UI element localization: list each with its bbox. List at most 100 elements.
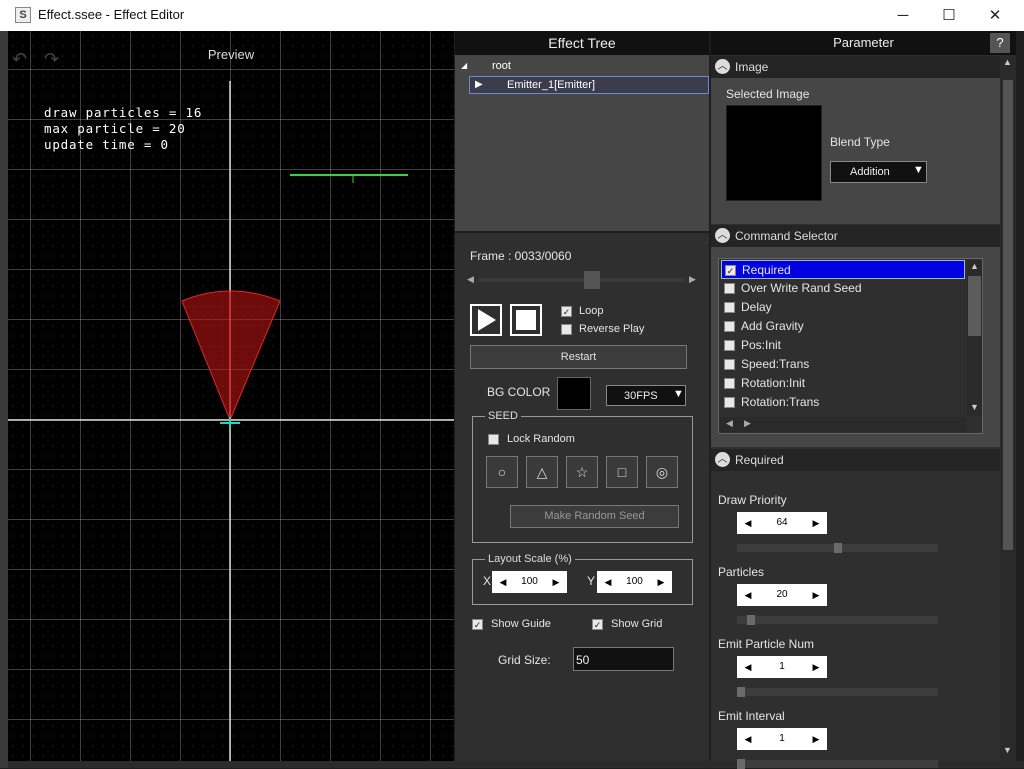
dropdown-arrow-icon: ▼: [913, 164, 924, 176]
blend-type-select[interactable]: Addition ▼: [830, 161, 927, 183]
seed-triangle-button[interactable]: △: [526, 456, 558, 488]
increment-icon[interactable]: ▶: [809, 584, 823, 606]
command-item[interactable]: Rotation:Init: [721, 374, 965, 393]
tree-emitter-row[interactable]: ▶ Emitter_1[Emitter]: [469, 76, 709, 94]
decrement-icon[interactable]: ◀: [601, 571, 615, 593]
command-section-header[interactable]: ︿ Command Selector: [711, 225, 1000, 247]
bg-color-swatch[interactable]: [557, 377, 591, 410]
stop-button[interactable]: [510, 304, 542, 336]
frame-next-icon[interactable]: ▶: [689, 274, 696, 285]
tree-root[interactable]: root: [492, 60, 511, 72]
minimize-button[interactable]: ─: [880, 0, 926, 31]
command-item[interactable]: Add Gravity: [721, 317, 965, 336]
collapse-icon[interactable]: ︿: [715, 452, 730, 467]
increment-icon[interactable]: ▶: [549, 571, 563, 593]
loop-checkbox[interactable]: ✓: [561, 306, 572, 317]
param-field-stepper[interactable]: ◀ 1 ▶: [737, 728, 827, 750]
param-field-slider[interactable]: [737, 615, 938, 625]
expand-icon[interactable]: ▶: [475, 79, 483, 90]
command-checkbox[interactable]: [724, 359, 735, 370]
command-checkbox[interactable]: [724, 378, 735, 389]
stop-icon: [516, 310, 536, 330]
command-label: Rotation:Init: [741, 376, 806, 390]
command-item[interactable]: ✓ Required: [721, 260, 965, 279]
slider-thumb[interactable]: [833, 543, 842, 553]
command-item[interactable]: Delay: [721, 298, 965, 317]
command-list-scrollbar[interactable]: ▲ ▼: [967, 260, 982, 416]
param-field-slider[interactable]: [737, 543, 938, 553]
decrement-icon[interactable]: ◀: [741, 584, 755, 606]
command-label: Required: [742, 263, 791, 277]
scroll-right-icon[interactable]: ▶: [744, 418, 751, 429]
reverse-checkbox[interactable]: [561, 324, 572, 335]
increment-icon[interactable]: ▶: [809, 656, 823, 678]
scroll-up-icon[interactable]: ▲: [1003, 57, 1012, 67]
command-list[interactable]: ✓ Required Over Write Rand Seed Delay Add Gr…: [718, 258, 983, 434]
param-field-slider[interactable]: [737, 759, 938, 769]
fps-select[interactable]: 30FPS ▼: [606, 385, 686, 406]
command-item[interactable]: Rotation:Trans: [721, 393, 965, 412]
command-item[interactable]: Pos:Init: [721, 336, 965, 355]
close-button[interactable]: ✕: [972, 0, 1018, 31]
param-field-stepper[interactable]: ◀ 1 ▶: [737, 656, 827, 678]
param-field-label: Emit Interval: [718, 709, 785, 723]
seed-double-circle-button[interactable]: ◎: [646, 456, 678, 488]
seed-star-button[interactable]: ☆: [566, 456, 598, 488]
collapse-root-icon[interactable]: ◢: [461, 61, 467, 70]
scroll-up-icon[interactable]: ▲: [970, 261, 979, 271]
selected-image-thumbnail[interactable]: [726, 105, 822, 201]
command-checkbox[interactable]: [724, 283, 735, 294]
command-item[interactable]: Speed:Trans: [721, 355, 965, 374]
required-section-header[interactable]: ︿ Required: [711, 449, 1000, 471]
scroll-left-icon[interactable]: ◀: [726, 418, 733, 429]
decrement-icon[interactable]: ◀: [496, 571, 510, 593]
emitter-label: Emitter_1[Emitter]: [507, 79, 596, 91]
grid-size-input[interactable]: 50: [573, 647, 674, 671]
collapse-icon[interactable]: ︿: [715, 59, 730, 74]
decrement-icon[interactable]: ◀: [741, 512, 755, 534]
preview-panel[interactable]: ↶ ↷ Preview draw particles = 16 max parti…: [8, 31, 454, 761]
decrement-icon[interactable]: ◀: [741, 656, 755, 678]
help-button[interactable]: ?: [990, 33, 1010, 53]
scroll-down-icon[interactable]: ▼: [970, 402, 979, 412]
maximize-button[interactable]: ☐: [926, 0, 972, 31]
scrollbar-thumb[interactable]: [968, 276, 981, 336]
collapse-icon[interactable]: ︿: [715, 228, 730, 243]
seed-circle-button[interactable]: ○: [486, 456, 518, 488]
command-checkbox[interactable]: [724, 397, 735, 408]
image-section-title: Image: [735, 60, 769, 74]
command-item[interactable]: Over Write Rand Seed: [721, 279, 965, 298]
seed-square-button[interactable]: □: [606, 456, 638, 488]
command-checkbox[interactable]: [724, 321, 735, 332]
frame-slider[interactable]: [479, 271, 685, 289]
command-checkbox[interactable]: [724, 302, 735, 313]
command-list-hscrollbar[interactable]: ◀ ▶: [720, 417, 966, 432]
y-scale-stepper[interactable]: ◀ 100 ▶: [597, 571, 672, 593]
frame-slider-thumb[interactable]: [584, 271, 601, 289]
param-field-slider[interactable]: [737, 687, 938, 697]
image-section-header[interactable]: ︿ Image: [711, 56, 1000, 78]
param-field-stepper[interactable]: ◀ 64 ▶: [737, 512, 827, 534]
increment-icon[interactable]: ▶: [809, 512, 823, 534]
parameter-scrollbar[interactable]: ▲ ▼: [1000, 55, 1016, 761]
scrollbar-thumb[interactable]: [1003, 80, 1013, 550]
stat-update: update time = 0: [44, 137, 169, 152]
x-scale-stepper[interactable]: ◀ 100 ▶: [492, 571, 567, 593]
slider-thumb[interactable]: [737, 687, 745, 697]
slider-thumb[interactable]: [746, 615, 755, 625]
restart-button[interactable]: Restart: [470, 345, 687, 369]
command-checkbox[interactable]: ✓: [725, 265, 736, 276]
scroll-down-icon[interactable]: ▼: [1003, 745, 1012, 755]
frame-prev-icon[interactable]: ◀: [467, 274, 474, 285]
param-field-stepper[interactable]: ◀ 20 ▶: [737, 584, 827, 606]
decrement-icon[interactable]: ◀: [741, 728, 755, 750]
play-button[interactable]: [470, 304, 502, 336]
show-guide-checkbox[interactable]: ✓: [472, 619, 483, 630]
param-field-value: 1: [779, 661, 785, 672]
increment-icon[interactable]: ▶: [809, 728, 823, 750]
increment-icon[interactable]: ▶: [654, 571, 668, 593]
make-random-seed-button[interactable]: Make Random Seed: [510, 505, 679, 528]
command-checkbox[interactable]: [724, 340, 735, 351]
show-grid-checkbox[interactable]: ✓: [592, 619, 603, 630]
lock-random-checkbox[interactable]: [488, 434, 499, 445]
